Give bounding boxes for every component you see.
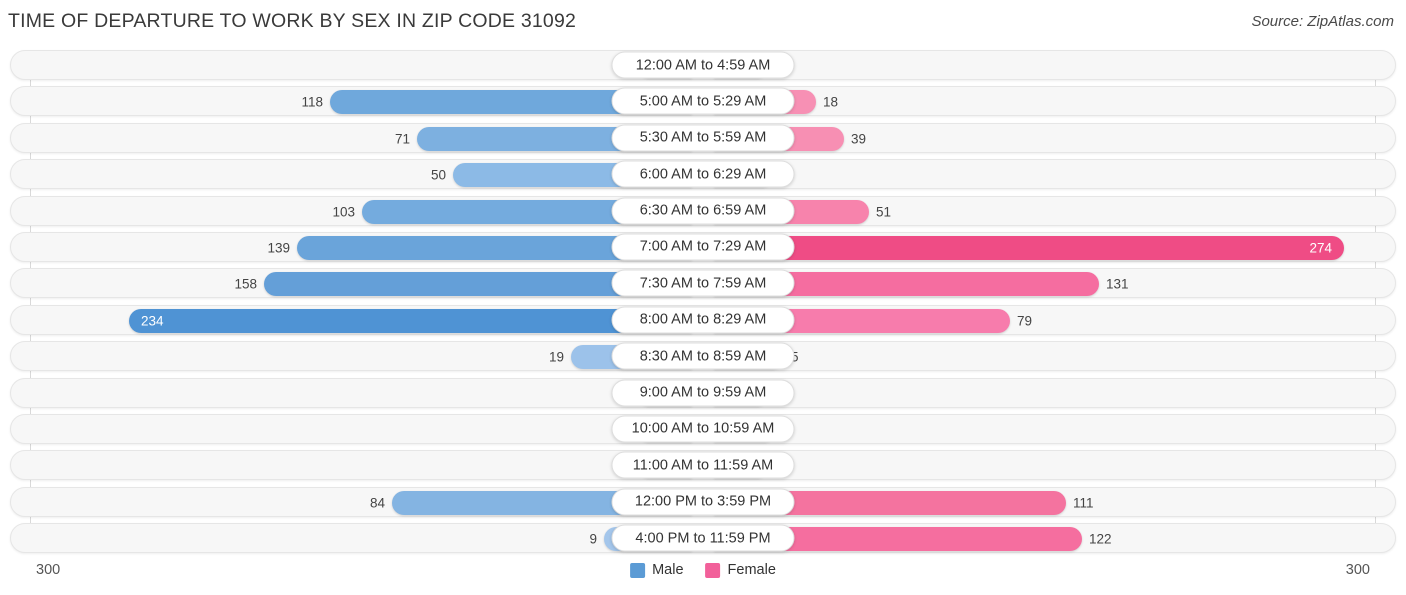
legend-swatch-female-icon: [705, 562, 721, 578]
table-row[interactable]: 5026:00 AM to 6:29 AM: [10, 159, 1396, 190]
bar-value-female: 131: [1106, 276, 1129, 292]
bar-value-female: 79: [1017, 313, 1033, 329]
chart-plot-area: 0012:00 AM to 4:59 AM 118 18 5:00 AM to 5:2…: [0, 50, 1406, 555]
category-label: 5:00 AM to 5:29 AM: [611, 87, 795, 115]
bar-value-female: 39: [851, 131, 867, 147]
page-title: TIME OF DEPARTURE TO WORK BY SEX IN ZIP …: [8, 10, 577, 32]
bar-female[interactable]: 274: [714, 235, 1344, 260]
bar-value-male: 71: [394, 131, 410, 147]
bar-value-male: 50: [430, 167, 446, 183]
bar-value-male: 118: [301, 94, 323, 110]
axis-max-right: 300: [1345, 562, 1370, 578]
table-row[interactable]: 103 51 6:30 AM to 6:59 AM: [10, 195, 1396, 226]
legend-item-male[interactable]: Male: [630, 562, 684, 578]
category-label: 8:00 AM to 8:29 AM: [611, 306, 795, 334]
source-attribution: Source: ZipAtlas.com: [1251, 13, 1394, 30]
table-row[interactable]: 009:00 AM to 9:59 AM: [10, 377, 1396, 408]
category-label: 6:30 AM to 6:59 AM: [611, 197, 795, 225]
bar-value-female: 111: [1073, 495, 1094, 511]
bar-value-female: 274: [1309, 240, 1332, 256]
bar-value-male: 234: [141, 313, 164, 329]
bar-value-male: 139: [267, 240, 290, 256]
category-label: 6:00 AM to 6:29 AM: [611, 160, 795, 188]
table-row[interactable]: 9 122 4:00 PM to 11:59 PM: [10, 523, 1396, 554]
table-row[interactable]: 0011:00 AM to 11:59 AM: [10, 450, 1396, 481]
table-row[interactable]: 0310:00 AM to 10:59 AM: [10, 413, 1396, 444]
category-label: 12:00 AM to 4:59 AM: [611, 51, 795, 79]
legend-item-female[interactable]: Female: [705, 562, 776, 578]
category-label: 4:00 PM to 11:59 PM: [611, 524, 795, 552]
bar-value-male: 19: [548, 349, 564, 365]
legend-label-female: Female: [727, 562, 776, 578]
category-label: 12:00 PM to 3:59 PM: [611, 488, 795, 516]
chart-footer: 300 300 Male Female: [0, 558, 1406, 588]
category-label: 10:00 AM to 10:59 AM: [611, 415, 795, 443]
bar-value-female: 18: [823, 94, 839, 110]
category-label: 8:30 AM to 8:59 AM: [611, 342, 795, 370]
axis-max-left: 300: [36, 562, 61, 578]
bar-value-female: 122: [1089, 531, 1112, 547]
chart-rows: 0012:00 AM to 4:59 AM 118 18 5:00 AM to 5:2…: [0, 50, 1406, 559]
table-row[interactable]: 139 274 7:00 AM to 7:29 AM: [10, 231, 1396, 262]
bar-value-male: 103: [332, 204, 355, 220]
bar-value-female: 51: [876, 204, 892, 220]
bar-value-male: 9: [589, 531, 597, 547]
category-label: 5:30 AM to 5:59 AM: [611, 124, 795, 152]
bar-male[interactable]: 234: [129, 308, 692, 333]
bar-value-male: 84: [369, 495, 385, 511]
table-row[interactable]: 84 111 12:00 PM to 3:59 PM: [10, 486, 1396, 517]
chart-page: TIME OF DEPARTURE TO WORK BY SEX IN ZIP …: [0, 0, 1406, 595]
table-row[interactable]: 158 131 7:30 AM to 7:59 AM: [10, 268, 1396, 299]
table-row[interactable]: 234 79 8:00 AM to 8:29 AM: [10, 304, 1396, 335]
table-row[interactable]: 118 18 5:00 AM to 5:29 AM: [10, 86, 1396, 117]
table-row[interactable]: 19 5 8:30 AM to 8:59 AM: [10, 341, 1396, 372]
bar-value-male: 158: [234, 276, 257, 292]
legend-label-male: Male: [652, 562, 684, 578]
legend-swatch-male-icon: [630, 562, 646, 578]
table-row[interactable]: 71 39 5:30 AM to 5:59 AM: [10, 122, 1396, 153]
category-label: 7:00 AM to 7:29 AM: [611, 233, 795, 261]
category-label: 11:00 AM to 11:59 AM: [611, 451, 795, 479]
category-label: 9:00 AM to 9:59 AM: [611, 379, 795, 407]
category-label: 7:30 AM to 7:59 AM: [611, 269, 795, 297]
table-row[interactable]: 0012:00 AM to 4:59 AM: [10, 50, 1396, 80]
chart-legend: Male Female: [630, 562, 776, 578]
